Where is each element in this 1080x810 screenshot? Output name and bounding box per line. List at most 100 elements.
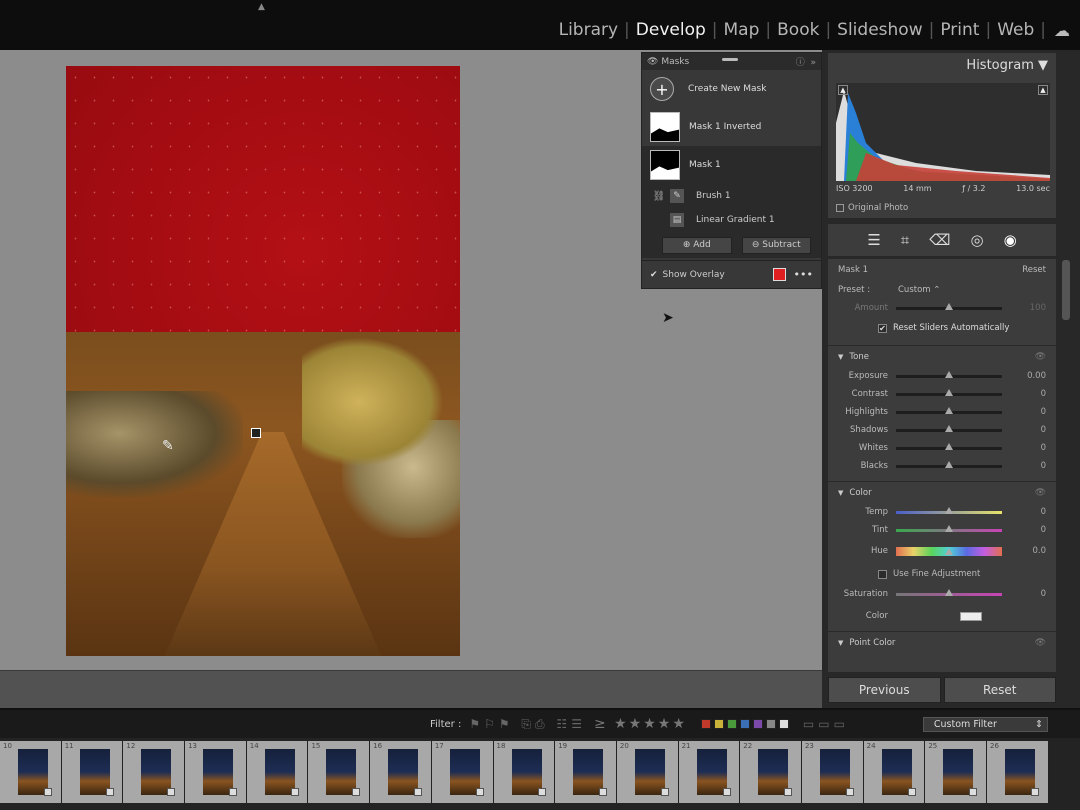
module-print[interactable]: Print: [934, 20, 985, 40]
filmstrip-thumbnail[interactable]: 11: [61, 741, 124, 803]
slider-knob[interactable]: [945, 442, 953, 450]
slider-knob[interactable]: [945, 547, 953, 555]
mask-reset-button[interactable]: Reset: [1022, 265, 1046, 275]
histogram-graph[interactable]: ▲ ▲: [836, 83, 1050, 181]
original-photo-checkbox[interactable]: [836, 204, 844, 212]
eye-icon[interactable]: 👁: [1035, 638, 1046, 648]
help-collapse-icons[interactable]: ⓘ »: [796, 55, 816, 68]
module-map[interactable]: Map: [718, 20, 766, 40]
original-photo-toggle[interactable]: Original Photo: [836, 203, 908, 213]
photo-preview[interactable]: [66, 66, 460, 656]
color-label-chip[interactable]: [713, 719, 724, 729]
mask-item-1[interactable]: Mask 1: [642, 146, 821, 184]
color-section-header[interactable]: ▼ Color 👁: [828, 481, 1056, 503]
fine-adjustment-toggle[interactable]: Use Fine Adjustment: [828, 563, 1056, 585]
slider-knob[interactable]: [945, 388, 953, 396]
color-label-chip[interactable]: [739, 719, 750, 729]
add-button[interactable]: ⊕ Add: [662, 236, 732, 254]
slider-knob[interactable]: [945, 370, 953, 378]
filmstrip-thumbnail[interactable]: 21: [678, 741, 741, 803]
shadow-clipping-icon[interactable]: ▲: [838, 85, 848, 95]
slider-knob[interactable]: [945, 506, 953, 514]
blacks-slider[interactable]: [896, 460, 1002, 468]
slider-knob[interactable]: [945, 588, 953, 596]
filmstrip-thumbnail[interactable]: 17: [431, 741, 494, 803]
panel-scrollbar[interactable]: [1062, 260, 1070, 320]
reset-button[interactable]: Reset: [943, 677, 1056, 703]
filmstrip-thumbnail[interactable]: 19: [555, 741, 617, 803]
mask-pin[interactable]: [251, 428, 261, 438]
rating-filter-stars[interactable]: ≥ ★★★★★: [594, 716, 687, 732]
collapse-top-arrow-icon[interactable]: ▲: [258, 2, 265, 12]
color-label-chip[interactable]: [726, 719, 737, 729]
filmstrip-thumbnail[interactable]: 12: [123, 741, 186, 803]
filmstrip-thumbnail[interactable]: 13: [185, 741, 247, 803]
preset-select[interactable]: Custom ⌃: [898, 285, 940, 295]
point-color-section-header[interactable]: ▼ Point Color 👁: [828, 631, 1056, 653]
create-new-mask-button[interactable]: + Create New Mask: [642, 70, 821, 108]
saturation-slider[interactable]: [896, 588, 1002, 596]
module-develop[interactable]: Develop: [630, 20, 712, 40]
drag-handle[interactable]: [722, 58, 738, 61]
color-label-chip[interactable]: [752, 719, 763, 729]
previous-button[interactable]: Previous: [828, 677, 941, 703]
module-web[interactable]: Web: [991, 20, 1040, 40]
masking-icon[interactable]: ◉: [1004, 231, 1017, 249]
eraser-icon[interactable]: ⌫: [929, 231, 950, 249]
highlight-clipping-icon[interactable]: ▲: [1038, 85, 1048, 95]
tone-section-header[interactable]: ▼ Tone 👁: [828, 345, 1056, 367]
color-swatch[interactable]: [960, 611, 982, 621]
eye-icon[interactable]: 👁: [647, 57, 658, 67]
hue-slider[interactable]: [896, 546, 1002, 556]
filmstrip-thumbnail[interactable]: 22: [740, 741, 802, 803]
component-linear-gradient-1[interactable]: ▤ Linear Gradient 1: [642, 208, 821, 232]
filmstrip-thumbnail[interactable]: 24: [863, 741, 926, 803]
subtract-button[interactable]: ⊖ Subtract: [741, 236, 811, 254]
slider-knob[interactable]: [945, 460, 953, 468]
filmstrip-thumbnail[interactable]: 14: [246, 741, 309, 803]
contrast-slider[interactable]: [896, 388, 1002, 396]
filmstrip-thumbnail[interactable]: 15: [308, 741, 371, 803]
color-label-chip[interactable]: [778, 719, 789, 729]
color-label-filter[interactable]: [700, 719, 789, 729]
edit-sliders-icon[interactable]: ☰: [867, 231, 880, 249]
fine-adjustment-checkbox[interactable]: [878, 569, 887, 579]
filmstrip-thumbnail[interactable]: 23: [801, 741, 864, 803]
masks-panel-header[interactable]: 👁 Masks ⓘ »: [642, 53, 821, 70]
filmstrip-thumbnail[interactable]: 25: [925, 741, 987, 803]
reset-sliders-checkbox[interactable]: ✔: [878, 323, 887, 333]
red-eye-icon[interactable]: ◎: [970, 231, 983, 249]
component-brush-1[interactable]: ⛓ ✎ Brush 1: [642, 184, 821, 208]
more-options-icon[interactable]: •••: [794, 268, 813, 281]
tint-slider[interactable]: [896, 524, 1002, 532]
flag-filter-icons[interactable]: ⚑⚐⚑ ⎘⎙ ☷☰: [469, 717, 586, 732]
mask-item-1-inverted[interactable]: Mask 1 Inverted: [642, 108, 821, 146]
histogram-title[interactable]: Histogram ▼: [966, 58, 1048, 73]
crop-icon[interactable]: ⌗: [901, 231, 909, 249]
custom-filter-select[interactable]: Custom Filter ⇕: [922, 716, 1048, 732]
cloud-icon[interactable]: ☁: [1054, 21, 1070, 40]
color-label-chip[interactable]: [700, 719, 711, 729]
reset-sliders-toggle[interactable]: ✔ Reset Sliders Automatically: [828, 317, 1056, 339]
slider-knob[interactable]: [945, 406, 953, 414]
whites-slider[interactable]: [896, 442, 1002, 450]
highlights-slider[interactable]: [896, 406, 1002, 414]
kind-filter-icons[interactable]: ▭▭▭: [803, 717, 849, 731]
eye-icon[interactable]: 👁: [1035, 352, 1046, 362]
temp-slider[interactable]: [896, 506, 1002, 514]
color-label-chip[interactable]: [765, 719, 776, 729]
module-slideshow[interactable]: Slideshow: [831, 20, 928, 40]
eye-icon[interactable]: 👁: [1035, 488, 1046, 498]
shadows-slider[interactable]: [896, 424, 1002, 432]
exposure-slider[interactable]: [896, 370, 1002, 378]
filmstrip-thumbnail[interactable]: 10: [0, 741, 62, 803]
filmstrip-thumbnail[interactable]: 20: [616, 741, 679, 803]
module-library[interactable]: Library: [553, 20, 624, 40]
amount-slider[interactable]: [896, 302, 1002, 310]
slider-knob[interactable]: [945, 524, 953, 532]
amount-slider-knob[interactable]: [945, 302, 953, 310]
filmstrip-thumbnail[interactable]: 16: [370, 741, 432, 803]
module-book[interactable]: Book: [771, 20, 825, 40]
filmstrip-thumbnail[interactable]: 18: [493, 741, 556, 803]
filmstrip-thumbnail[interactable]: 26: [987, 741, 1049, 803]
